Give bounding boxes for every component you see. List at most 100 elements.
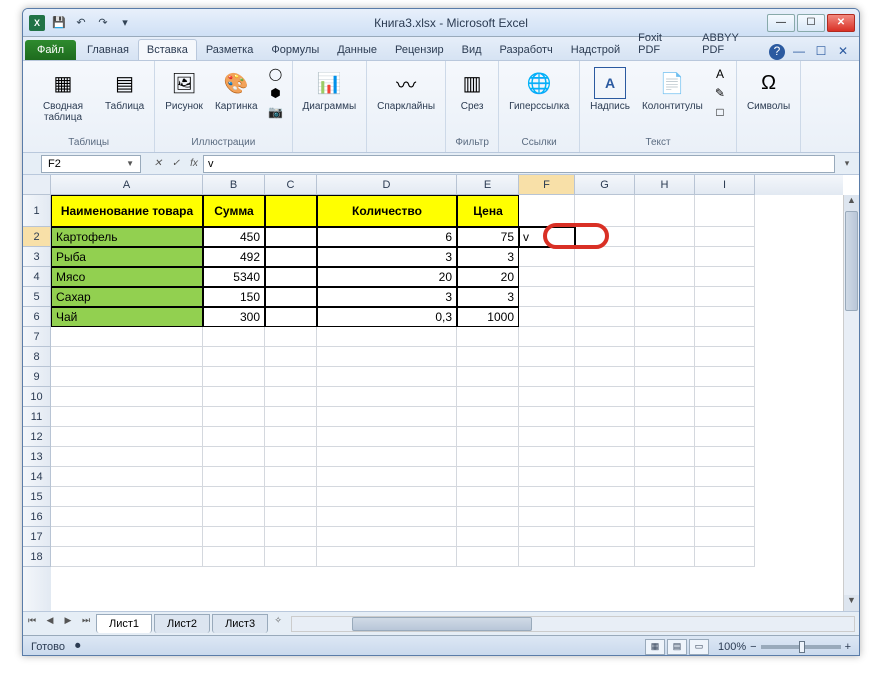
- app-icon[interactable]: X: [27, 13, 47, 33]
- cell[interactable]: [635, 487, 695, 507]
- cell[interactable]: [265, 467, 317, 487]
- row-header-4[interactable]: 4: [23, 267, 51, 287]
- sheet-tab-2[interactable]: Лист2: [154, 614, 210, 633]
- cell[interactable]: [51, 467, 203, 487]
- cell[interactable]: [317, 507, 457, 527]
- cell[interactable]: [575, 407, 635, 427]
- cell[interactable]: [203, 507, 265, 527]
- tab-view[interactable]: Вид: [453, 39, 491, 60]
- cell[interactable]: [457, 327, 519, 347]
- sheet-nav-first-icon[interactable]: ⏮: [23, 615, 41, 633]
- tab-home[interactable]: Главная: [78, 39, 138, 60]
- cell[interactable]: [265, 487, 317, 507]
- column-header-G[interactable]: G: [575, 175, 635, 195]
- name-box[interactable]: F2 ▼: [41, 155, 141, 173]
- cell[interactable]: [519, 267, 575, 287]
- row-header-7[interactable]: 7: [23, 327, 51, 347]
- cell[interactable]: [695, 487, 755, 507]
- cell[interactable]: [457, 527, 519, 547]
- object-button[interactable]: □: [710, 103, 730, 121]
- view-normal-button[interactable]: ▦: [645, 639, 665, 655]
- cell[interactable]: [695, 447, 755, 467]
- fx-icon[interactable]: fx: [185, 155, 203, 173]
- cell[interactable]: [203, 407, 265, 427]
- cell[interactable]: [635, 447, 695, 467]
- formula-input[interactable]: v: [203, 155, 835, 173]
- cell[interactable]: [575, 387, 635, 407]
- row-header-18[interactable]: 18: [23, 547, 51, 567]
- cell[interactable]: [519, 367, 575, 387]
- cell[interactable]: [457, 427, 519, 447]
- column-header-B[interactable]: B: [203, 175, 265, 195]
- cell[interactable]: [317, 327, 457, 347]
- cell[interactable]: [519, 507, 575, 527]
- cell[interactable]: [265, 347, 317, 367]
- cell[interactable]: [635, 467, 695, 487]
- tab-file[interactable]: Файл: [25, 40, 76, 60]
- row-header-14[interactable]: 14: [23, 467, 51, 487]
- cell[interactable]: 300: [203, 307, 265, 327]
- tab-foxit[interactable]: Foxit PDF: [629, 27, 693, 60]
- cell[interactable]: [203, 487, 265, 507]
- doc-minimize-icon[interactable]: —: [791, 44, 807, 60]
- cell[interactable]: [51, 367, 203, 387]
- cell[interactable]: [51, 527, 203, 547]
- zoom-level[interactable]: 100%: [718, 641, 746, 653]
- cell[interactable]: [695, 267, 755, 287]
- cell[interactable]: [317, 367, 457, 387]
- cell[interactable]: [265, 195, 317, 227]
- row-header-11[interactable]: 11: [23, 407, 51, 427]
- cell[interactable]: [635, 267, 695, 287]
- cell[interactable]: [519, 467, 575, 487]
- sheet-tab-3[interactable]: Лист3: [212, 614, 268, 633]
- cell[interactable]: Рыба: [51, 247, 203, 267]
- maximize-button[interactable]: ☐: [797, 14, 825, 32]
- cell[interactable]: [203, 387, 265, 407]
- row-header-9[interactable]: 9: [23, 367, 51, 387]
- cell[interactable]: [635, 507, 695, 527]
- cell[interactable]: [519, 195, 575, 227]
- cell[interactable]: [519, 307, 575, 327]
- cell[interactable]: [265, 387, 317, 407]
- cell[interactable]: [635, 327, 695, 347]
- row-header-16[interactable]: 16: [23, 507, 51, 527]
- cell[interactable]: [519, 547, 575, 567]
- tab-addins[interactable]: Надстрой: [562, 39, 629, 60]
- cell[interactable]: [51, 427, 203, 447]
- smartart-button[interactable]: ⬢: [266, 84, 286, 102]
- cell[interactable]: [519, 427, 575, 447]
- cell[interactable]: [635, 527, 695, 547]
- row-header-12[interactable]: 12: [23, 427, 51, 447]
- doc-close-icon[interactable]: ✕: [835, 44, 851, 60]
- cell[interactable]: [695, 195, 755, 227]
- cell[interactable]: [575, 347, 635, 367]
- textbox-button[interactable]: A Надпись: [586, 65, 634, 114]
- scroll-down-icon[interactable]: ▼: [844, 595, 859, 611]
- symbols-button[interactable]: Ω Символы: [743, 65, 794, 114]
- cell[interactable]: 6: [317, 227, 457, 247]
- cell[interactable]: [695, 407, 755, 427]
- column-header-C[interactable]: C: [265, 175, 317, 195]
- tab-review[interactable]: Рецензир: [386, 39, 453, 60]
- cell[interactable]: [519, 327, 575, 347]
- cell[interactable]: [457, 387, 519, 407]
- cell[interactable]: 3: [317, 247, 457, 267]
- qat-more-icon[interactable]: ▾: [115, 13, 135, 33]
- new-sheet-icon[interactable]: ✧: [269, 615, 287, 633]
- row-header-5[interactable]: 5: [23, 287, 51, 307]
- cell[interactable]: [695, 247, 755, 267]
- cell[interactable]: [635, 547, 695, 567]
- cell[interactable]: [457, 487, 519, 507]
- cell[interactable]: 492: [203, 247, 265, 267]
- cell[interactable]: Чай: [51, 307, 203, 327]
- column-header-D[interactable]: D: [317, 175, 457, 195]
- signature-button[interactable]: ✎: [710, 84, 730, 102]
- cell[interactable]: 1000: [457, 307, 519, 327]
- sheet-nav-last-icon[interactable]: ⏭: [77, 615, 95, 633]
- minimize-button[interactable]: —: [767, 14, 795, 32]
- column-header-I[interactable]: I: [695, 175, 755, 195]
- row-header-3[interactable]: 3: [23, 247, 51, 267]
- cell[interactable]: [575, 527, 635, 547]
- cell[interactable]: [695, 327, 755, 347]
- column-header-H[interactable]: H: [635, 175, 695, 195]
